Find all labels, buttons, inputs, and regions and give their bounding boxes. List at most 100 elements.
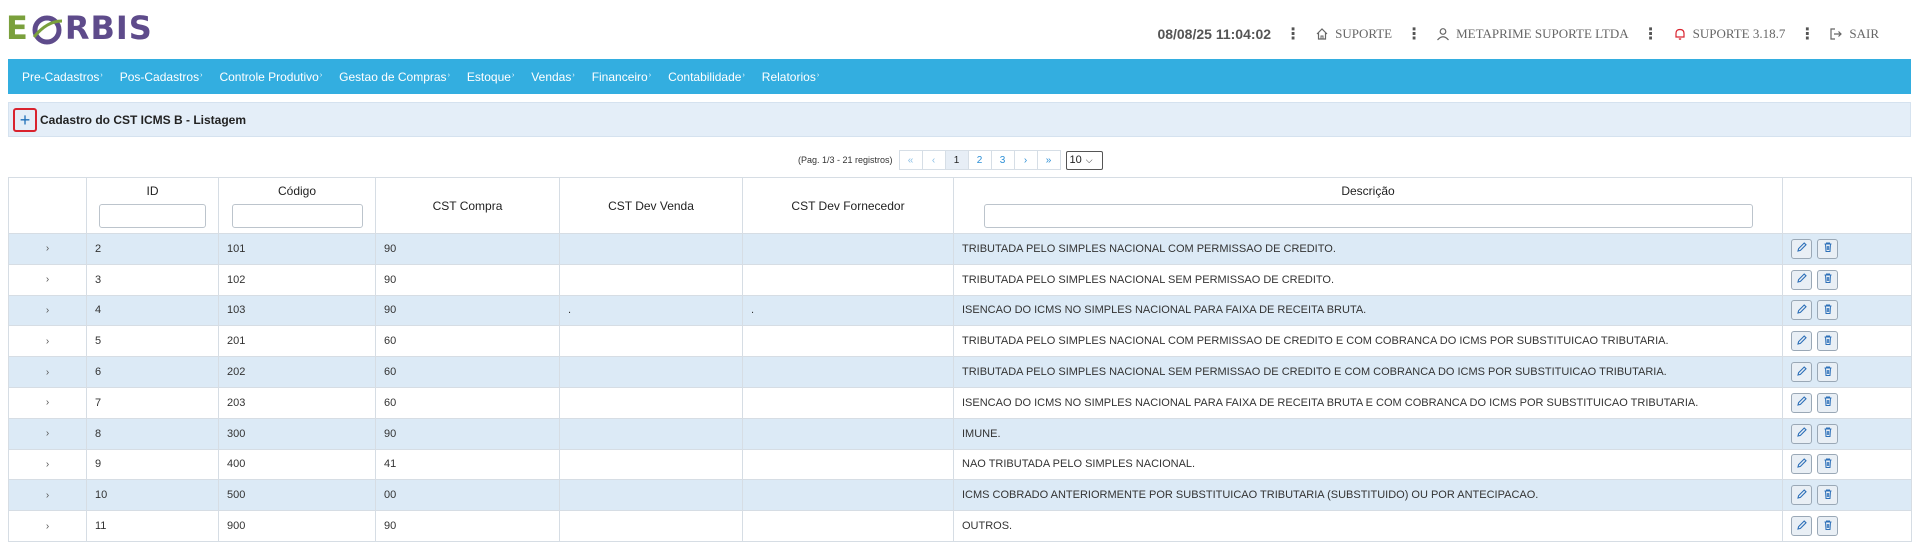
cell-codigo: 101 <box>218 233 376 265</box>
table-row[interactable]: › 5 201 60 TRIBUTADA PELO SIMPLES NACIONAL C… <box>8 325 1912 358</box>
expand-row-button[interactable]: › <box>8 294 87 327</box>
delete-button[interactable] <box>1817 331 1838 352</box>
table-row[interactable]: › 10 500 00 ICMS COBRADO ANTERIORMENTE POR S… <box>8 479 1912 512</box>
codigo-filter-input[interactable] <box>231 203 363 228</box>
menu-gestao-compras[interactable]: Gestao de Compras › <box>339 70 450 84</box>
menu-vendas[interactable]: Vendas › <box>531 70 574 84</box>
next-page-button[interactable]: › <box>1013 150 1038 170</box>
expand-row-button[interactable]: › <box>8 325 87 358</box>
cell-codigo: 103 <box>218 294 376 327</box>
cell-actions <box>1782 325 1912 358</box>
edit-button[interactable] <box>1791 392 1812 413</box>
table-row[interactable]: › 4 103 90.. ISENCAO DO ICMS NO SIMPLES NACI… <box>8 294 1912 327</box>
caret-icon: › <box>572 71 575 79</box>
cell-cst-compra: 00 <box>375 479 560 512</box>
main-menu: Pre-Cadastros › Pos-Cadastros › Controle P… <box>8 59 1911 94</box>
edit-button[interactable] <box>1791 331 1812 352</box>
edit-button[interactable] <box>1791 454 1812 475</box>
edit-button[interactable] <box>1791 516 1812 537</box>
page-button-2[interactable]: 2 <box>967 150 992 170</box>
cell-id: 8 <box>86 417 219 450</box>
expand-row-button[interactable]: › <box>8 479 87 512</box>
first-page-button[interactable]: « <box>898 150 923 170</box>
bell-icon <box>1675 28 1685 40</box>
table-row[interactable]: › 9 400 41 NAO TRIBUTADA PELO SIMPLES NACION… <box>8 448 1912 481</box>
cell-cst-dev-fornecedor <box>742 386 954 419</box>
id-filter-input[interactable] <box>99 203 206 228</box>
trash-icon <box>1822 272 1834 287</box>
delete-button[interactable] <box>1817 516 1838 537</box>
cell-codigo: 201 <box>218 325 376 358</box>
cell-actions <box>1782 479 1912 512</box>
expand-row-button[interactable]: › <box>8 233 87 265</box>
menu-relatorios[interactable]: Relatorios › <box>762 70 819 84</box>
expand-row-button[interactable]: › <box>8 263 87 296</box>
logout-link[interactable]: SAIR <box>1829 26 1879 42</box>
delete-button[interactable] <box>1817 238 1838 259</box>
delete-button[interactable] <box>1817 485 1838 506</box>
page-size-select[interactable]: 10 ⌵ <box>1065 150 1103 170</box>
table-row[interactable]: › 7 203 60 ISENCAO DO ICMS NO SIMPLES NACION… <box>8 386 1912 419</box>
menu-contabilidade[interactable]: Contabilidade › <box>668 70 745 84</box>
cst-compra-header-label: CST Compra <box>432 198 503 213</box>
menu-financeiro[interactable]: Financeiro › <box>592 70 651 84</box>
cell-id: 10 <box>86 479 219 512</box>
menu-estoque[interactable]: Estoque › <box>467 70 514 84</box>
edit-button[interactable] <box>1791 485 1812 506</box>
table-row[interactable]: › 3 102 90 TRIBUTADA PELO SIMPLES NACIONAL S… <box>8 263 1912 296</box>
menu-pre-cadastros[interactable]: Pre-Cadastros › <box>22 70 103 84</box>
delete-button[interactable] <box>1817 269 1838 290</box>
kebab-icon[interactable]: ⋮ <box>1799 24 1815 43</box>
delete-button[interactable] <box>1817 362 1838 383</box>
table-row[interactable]: › 11 900 90 OUTROS. <box>8 510 1912 542</box>
kebab-icon[interactable]: ⋮ <box>1285 24 1301 43</box>
cell-id: 7 <box>86 386 219 419</box>
delete-button[interactable] <box>1817 300 1838 321</box>
cell-descricao: TRIBUTADA PELO SIMPLES NACIONAL SEM PERM… <box>953 263 1783 296</box>
edit-button[interactable] <box>1791 269 1812 290</box>
expand-row-button[interactable]: › <box>8 448 87 481</box>
expand-row-button[interactable]: › <box>8 417 87 450</box>
edit-button[interactable] <box>1791 238 1812 259</box>
table-row[interactable]: › 2 101 90 TRIBUTADA PELO SIMPLES NACIONAL C… <box>8 233 1912 265</box>
page-button-1[interactable]: 1 <box>944 150 969 170</box>
support-label: SUPORTE <box>1335 25 1393 41</box>
chevron-right-icon: › <box>45 428 50 440</box>
cell-cst-dev-venda <box>559 233 743 265</box>
menu-controle-produtivo[interactable]: Controle Produtivo › <box>219 70 322 84</box>
add-button[interactable]: + <box>13 107 37 132</box>
cell-cst-compra: 60 <box>375 386 560 419</box>
descricao-filter-input[interactable] <box>983 203 1753 228</box>
delete-button[interactable] <box>1817 392 1838 413</box>
cell-cst-dev-fornecedor <box>742 479 954 512</box>
expand-row-button[interactable]: › <box>8 386 87 419</box>
codigo-header-label: Código <box>277 183 317 198</box>
edit-button[interactable] <box>1791 362 1812 383</box>
prev-page-button[interactable]: ‹ <box>921 150 946 170</box>
notifications-link[interactable]: SUPORTE 3.18.7 <box>1673 26 1785 42</box>
delete-button[interactable] <box>1817 454 1838 475</box>
table-row[interactable]: › 8 300 90 IMUNE. <box>8 417 1912 450</box>
cell-codigo: 500 <box>218 479 376 512</box>
cell-id: 2 <box>86 233 219 265</box>
kebab-icon[interactable]: ⋮ <box>1643 24 1659 43</box>
expand-row-button[interactable]: › <box>8 510 87 542</box>
expand-row-button[interactable]: › <box>8 356 87 388</box>
delete-button[interactable] <box>1817 423 1838 444</box>
trash-icon <box>1822 457 1834 472</box>
trash-icon <box>1822 241 1834 256</box>
expand-header <box>8 177 87 234</box>
page-button-3[interactable]: 3 <box>990 150 1015 170</box>
last-page-button[interactable]: » <box>1036 150 1061 170</box>
cst-dev-venda-header-label: CST Dev Venda <box>608 198 694 213</box>
edit-button[interactable] <box>1791 423 1812 444</box>
edit-button[interactable] <box>1791 300 1812 321</box>
support-link[interactable]: SUPORTE <box>1315 26 1392 42</box>
app-logo[interactable]: E RBIS <box>6 8 153 48</box>
kebab-icon[interactable]: ⋮ <box>1406 24 1422 43</box>
logo-text: RBIS <box>64 9 153 47</box>
cell-cst-dev-fornecedor <box>742 325 954 358</box>
menu-pos-cadastros[interactable]: Pos-Cadastros › <box>120 70 203 84</box>
table-row[interactable]: › 6 202 60 TRIBUTADA PELO SIMPLES NACIONAL S… <box>8 356 1912 388</box>
company-link[interactable]: METAPRIME SUPORTE LTDA <box>1436 26 1629 42</box>
